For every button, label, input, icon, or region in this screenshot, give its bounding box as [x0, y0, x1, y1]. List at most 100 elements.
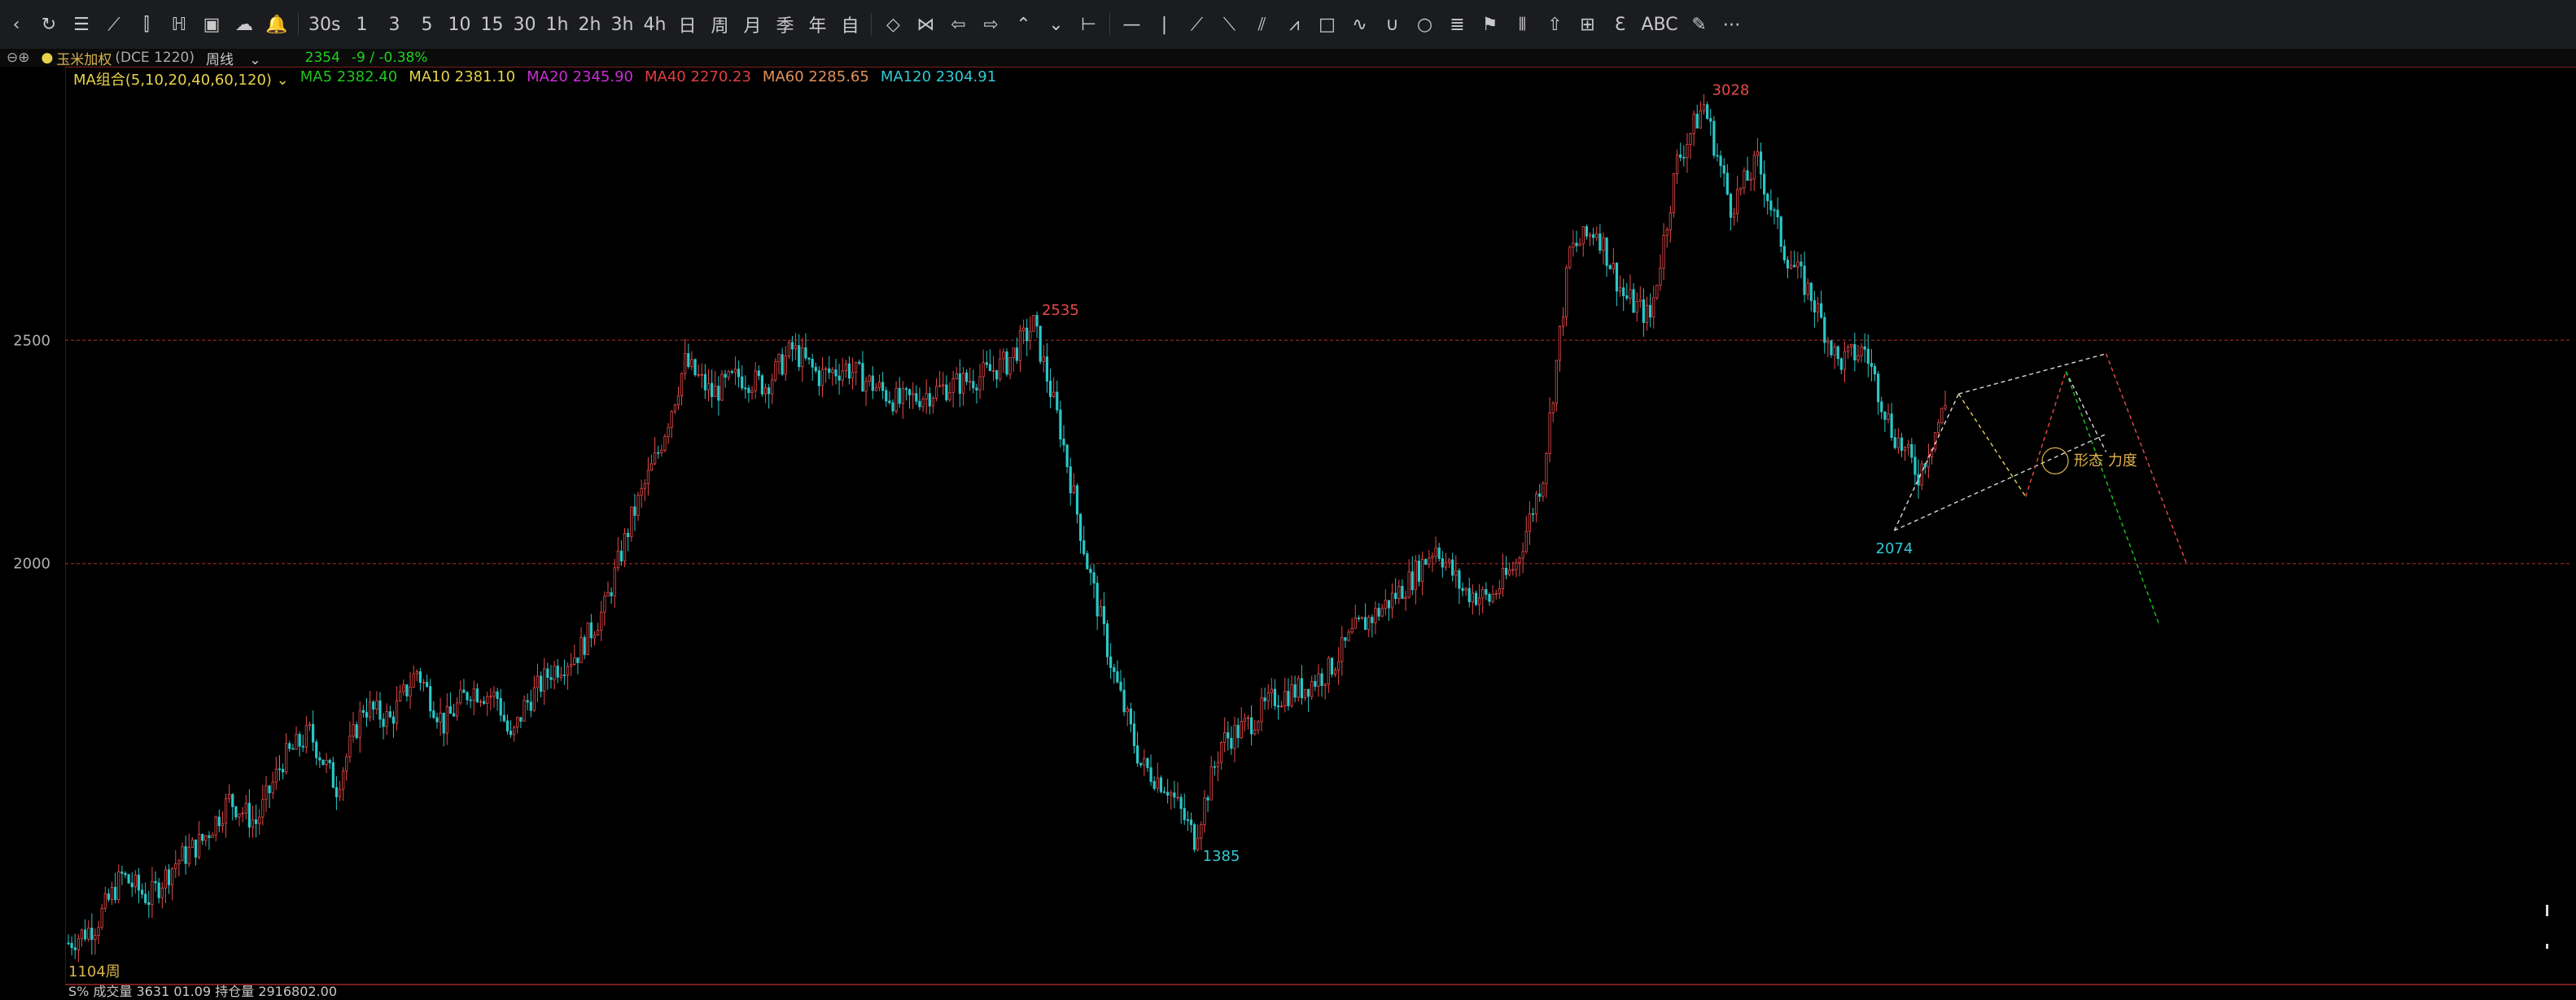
- candle-body[interactable]: [1012, 347, 1015, 358]
- candle-body[interactable]: [1474, 592, 1478, 605]
- candle-body[interactable]: [1109, 656, 1113, 668]
- candle-body[interactable]: [908, 389, 912, 395]
- drawing-trendline[interactable]: [1894, 433, 2106, 531]
- candle-body[interactable]: [1521, 551, 1524, 559]
- candle-body[interactable]: [1944, 404, 1947, 409]
- candle-body[interactable]: [1866, 348, 1870, 364]
- candle-body[interactable]: [1021, 327, 1026, 332]
- candle-body[interactable]: [573, 657, 576, 665]
- candle-body[interactable]: [1230, 737, 1233, 749]
- candle-body[interactable]: [1605, 237, 1608, 266]
- candle-body[interactable]: [898, 387, 901, 404]
- candle-body[interactable]: [234, 806, 238, 818]
- candle-body[interactable]: [258, 816, 261, 824]
- candle-body[interactable]: [951, 378, 955, 393]
- candle-body[interactable]: [1059, 409, 1062, 440]
- candle-body[interactable]: [1528, 513, 1531, 532]
- candle-body[interactable]: [1893, 437, 1896, 448]
- candle-body[interactable]: [1129, 708, 1132, 725]
- candle-body[interactable]: [1340, 637, 1344, 662]
- candle-body[interactable]: [388, 711, 391, 718]
- candle-body[interactable]: [325, 759, 328, 766]
- candle-body[interactable]: [1743, 170, 1746, 189]
- candle-body[interactable]: [335, 787, 339, 797]
- candle-body[interactable]: [1196, 837, 1200, 850]
- candle-body[interactable]: [1749, 178, 1752, 181]
- candle-body[interactable]: [703, 373, 706, 391]
- candle-body[interactable]: [1126, 708, 1129, 713]
- candle-body[interactable]: [1478, 597, 1481, 605]
- candle-body[interactable]: [1719, 155, 1722, 167]
- candle-body[interactable]: [1193, 824, 1196, 850]
- candle-body[interactable]: [1441, 558, 1444, 568]
- candle-body[interactable]: [502, 714, 505, 722]
- candle-body[interactable]: [1706, 104, 1709, 120]
- candle-body[interactable]: [1759, 151, 1763, 175]
- candle-body[interactable]: [1581, 226, 1585, 245]
- candle-body[interactable]: [894, 387, 898, 412]
- candle-body[interactable]: [777, 354, 781, 362]
- candle-body[interactable]: [1219, 742, 1223, 763]
- candle-body[interactable]: [167, 869, 171, 885]
- candle-body[interactable]: [855, 361, 858, 373]
- candle-body[interactable]: [1622, 287, 1625, 296]
- candle-body[interactable]: [1454, 570, 1458, 576]
- candle-body[interactable]: [1347, 631, 1350, 641]
- candle-body[interactable]: [160, 888, 164, 898]
- candle-body[interactable]: [995, 369, 999, 380]
- candle-body[interactable]: [1048, 381, 1052, 397]
- candle-body[interactable]: [1018, 330, 1022, 361]
- candle-body[interactable]: [1303, 688, 1307, 699]
- candle-body[interactable]: [94, 935, 97, 941]
- candle-body[interactable]: [315, 741, 318, 758]
- candle-body[interactable]: [208, 835, 211, 838]
- candle-body[interactable]: [1099, 605, 1102, 617]
- candle-body[interactable]: [295, 734, 298, 750]
- candle-body[interactable]: [1679, 154, 1682, 158]
- candle-body[interactable]: [429, 686, 432, 712]
- candle-body[interactable]: [1293, 684, 1297, 698]
- candle-body[interactable]: [486, 696, 489, 704]
- candle-body[interactable]: [1548, 412, 1551, 454]
- candle-body[interactable]: [1709, 118, 1712, 122]
- candle-body[interactable]: [301, 745, 304, 748]
- candle-body[interactable]: [1444, 561, 1448, 568]
- candle-body[interactable]: [633, 506, 636, 516]
- candle-body[interactable]: [1260, 697, 1263, 723]
- candle-body[interactable]: [244, 802, 247, 814]
- candle-body[interactable]: [690, 359, 693, 367]
- candle-body[interactable]: [972, 381, 975, 389]
- candle-body[interactable]: [1789, 264, 1793, 269]
- candle-body[interactable]: [1776, 209, 1779, 218]
- candle-body[interactable]: [616, 550, 619, 569]
- candle-body[interactable]: [1086, 553, 1089, 570]
- candle-body[interactable]: [630, 506, 633, 538]
- candle-body[interactable]: [654, 452, 657, 465]
- candle-body[interactable]: [1887, 413, 1890, 420]
- candle-body[interactable]: [1159, 777, 1163, 793]
- candle-body[interactable]: [1599, 233, 1602, 251]
- candle-body[interactable]: [871, 375, 874, 391]
- candle-body[interactable]: [999, 358, 1002, 380]
- candle-body[interactable]: [496, 691, 499, 699]
- candle-body[interactable]: [1008, 357, 1012, 375]
- candle-body[interactable]: [1380, 608, 1384, 617]
- candle-body[interactable]: [1183, 808, 1186, 820]
- candle-body[interactable]: [1763, 173, 1766, 194]
- drawing-trendline[interactable]: [2065, 371, 2161, 627]
- candle-body[interactable]: [1551, 403, 1555, 413]
- candle-body[interactable]: [1467, 587, 1471, 603]
- candle-body[interactable]: [77, 938, 80, 950]
- candle-body[interactable]: [1803, 265, 1806, 295]
- candle-body[interactable]: [1575, 242, 1578, 247]
- candle-body[interactable]: [794, 345, 798, 350]
- candle-body[interactable]: [1934, 432, 1937, 450]
- candle-body[interactable]: [1689, 133, 1692, 146]
- candle-body[interactable]: [1367, 617, 1371, 631]
- candle-body[interactable]: [744, 387, 747, 390]
- candle-body[interactable]: [505, 720, 510, 731]
- candle-body[interactable]: [331, 762, 335, 788]
- candle-body[interactable]: [73, 947, 77, 950]
- candle-body[interactable]: [1314, 681, 1317, 688]
- candle-body[interactable]: [549, 677, 553, 680]
